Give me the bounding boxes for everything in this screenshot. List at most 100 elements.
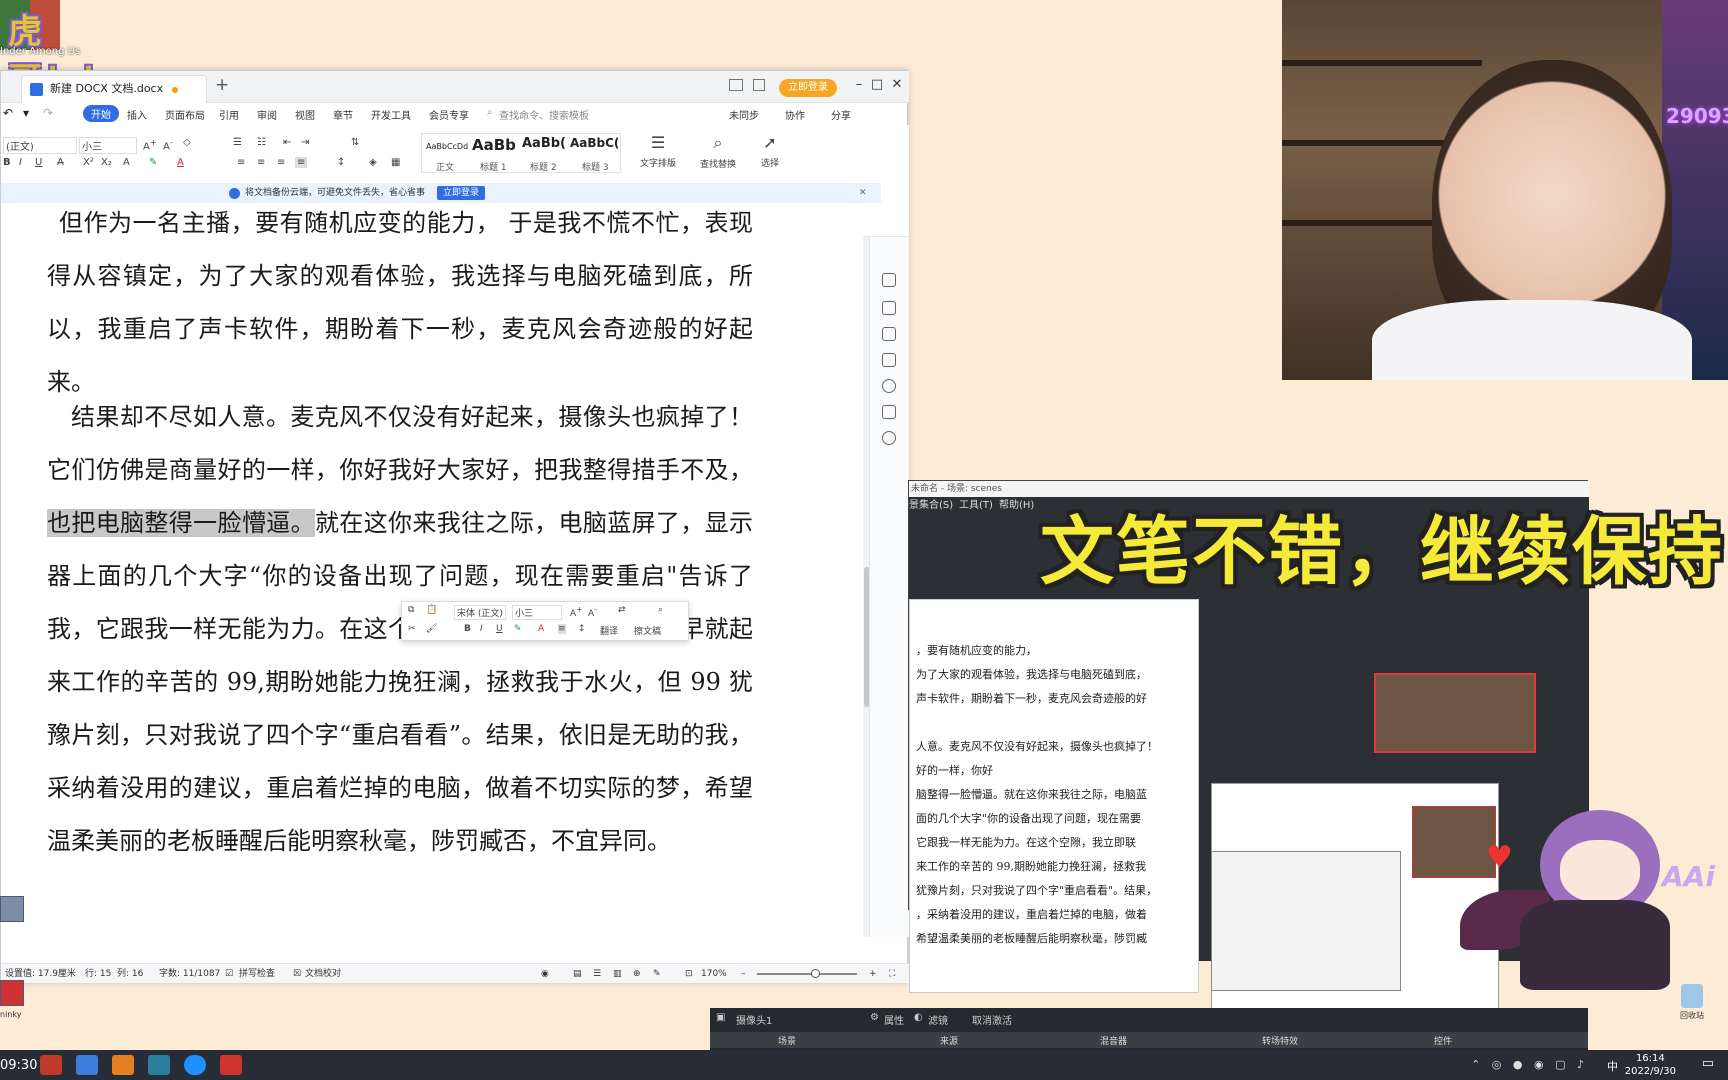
help-icon[interactable] xyxy=(882,379,896,393)
filter-icon[interactable]: ◐ xyxy=(914,1012,923,1023)
sync-status[interactable]: 未同步 xyxy=(729,107,759,122)
obs-menu-tools[interactable]: 工具(T) xyxy=(959,497,993,515)
number-list-icon[interactable]: ☷ xyxy=(257,137,266,148)
read-view-icon[interactable]: ▥ xyxy=(613,964,622,984)
undo-icon[interactable]: ↶ xyxy=(3,106,13,120)
document-page[interactable]: 但作为一名主播，要有随机应变的能力， 于是我不慌不忙，表现得从容镇定，为了大家的… xyxy=(1,203,863,945)
mini-shrink-icon[interactable]: A- xyxy=(588,605,597,619)
shading-icon[interactable]: ◈ xyxy=(369,157,377,168)
redo-icon[interactable]: ↷ xyxy=(43,106,53,120)
app-icon[interactable] xyxy=(112,1055,134,1075)
justify-icon[interactable]: ≡ xyxy=(295,157,308,168)
zoom-in-icon[interactable]: + xyxy=(869,964,877,984)
terminal-icon[interactable] xyxy=(148,1055,170,1075)
document-tab[interactable]: 新建 DOCX 文档.docx xyxy=(21,75,207,103)
font-name-select[interactable]: (正文) xyxy=(3,137,77,154)
zoom-slider[interactable] xyxy=(757,973,857,975)
notice-login-button[interactable]: 立即登录 xyxy=(437,186,486,200)
zoom-level[interactable]: 170% xyxy=(701,964,727,984)
rocket-icon[interactable] xyxy=(882,273,896,287)
menu-layout[interactable]: 页面布局 xyxy=(165,107,205,122)
bullet-list-icon[interactable]: ☰ xyxy=(233,137,242,148)
web-view-icon[interactable]: ⊕ xyxy=(633,964,641,984)
grow-font-icon[interactable]: A+ xyxy=(143,137,157,152)
menu-insert[interactable]: 插入 xyxy=(127,107,147,122)
menu-review[interactable]: 审阅 xyxy=(257,107,277,122)
selected-text[interactable]: 也把电脑整得一脸懵逼。 xyxy=(47,509,315,537)
notification-icon[interactable]: ▭ xyxy=(1702,1056,1714,1071)
write-view-icon[interactable]: ✎ xyxy=(653,964,661,984)
format-painter-icon[interactable]: 🖌 xyxy=(426,624,437,634)
style-h2-preview[interactable]: AaBb( xyxy=(522,136,566,151)
wps-icon[interactable] xyxy=(220,1055,242,1075)
find-replace-tool[interactable]: ⌕ 查找替换 xyxy=(693,133,743,170)
collaborate-button[interactable]: 协作 xyxy=(785,107,805,122)
cut-icon[interactable]: ✂ xyxy=(408,624,416,634)
mini-find-icon[interactable]: ⌕ xyxy=(658,605,663,615)
proof-icon[interactable]: ☒ xyxy=(293,964,301,984)
close-icon[interactable]: ✕ xyxy=(889,77,905,92)
minimize-icon[interactable]: – xyxy=(851,77,867,92)
mini-align-icon[interactable]: ≡ xyxy=(558,624,566,634)
mini-polish[interactable]: 擦文稿 xyxy=(634,624,661,637)
zoom-out-icon[interactable]: – xyxy=(741,964,746,984)
command-search-input[interactable]: 查找命令、搜索模板 xyxy=(499,107,589,122)
font-size-select[interactable]: 小三 xyxy=(79,137,137,154)
undo-dropdown-icon[interactable]: ▾ xyxy=(23,106,29,120)
fit-icon[interactable]: ⊡ xyxy=(685,964,693,984)
zoom-slider-handle[interactable] xyxy=(811,969,820,978)
share-button[interactable]: 分享 xyxy=(831,107,851,122)
dock-mixer[interactable]: 混音器 xyxy=(1100,1034,1127,1047)
line-spacing-icon[interactable]: ↕ xyxy=(337,157,345,168)
obs-menu-scene-collection[interactable]: 景集合(S) xyxy=(909,497,953,515)
border-icon[interactable]: ▦ xyxy=(391,157,400,168)
gear-icon[interactable]: ⚙ xyxy=(870,1012,879,1023)
text-effect-icon[interactable]: A xyxy=(123,157,130,168)
dock-controls[interactable]: 控件 xyxy=(1434,1034,1452,1047)
outdent-icon[interactable]: ⇤ xyxy=(283,137,291,148)
text-layout-tool[interactable]: ☰ 文字排版 xyxy=(633,133,683,169)
clear-format-icon[interactable]: ◇ xyxy=(183,137,191,148)
dock-transitions[interactable]: 转场特效 xyxy=(1262,1034,1298,1047)
style-h1-preview[interactable]: AaBb xyxy=(472,136,516,154)
obs-filters-button[interactable]: 滤镜 xyxy=(928,1012,948,1027)
mini-grow-icon[interactable]: A+ xyxy=(570,605,582,619)
spell-check[interactable]: 拼写检查 xyxy=(239,964,275,984)
system-tray-icons[interactable]: ⌃ ◎ ● ◉ ▢ ♪ xyxy=(1471,1058,1588,1071)
menu-references[interactable]: 引用 xyxy=(219,107,239,122)
page-view-icon[interactable]: ▤ xyxy=(573,964,582,984)
pointer-icon[interactable] xyxy=(882,327,896,341)
obs-menu-help[interactable]: 帮助(H) xyxy=(999,497,1034,515)
layout-icon[interactable] xyxy=(729,79,743,91)
recycle-bin[interactable]: 回收站 xyxy=(1672,984,1712,1030)
menu-view[interactable]: 视图 xyxy=(295,107,315,122)
desktop-app-icon[interactable] xyxy=(0,980,24,1006)
dock-sources[interactable]: 来源 xyxy=(940,1034,958,1047)
mini-convert-icon[interactable]: ⇄ xyxy=(618,605,626,615)
align-right-icon[interactable]: ≡ xyxy=(277,157,285,168)
image-icon[interactable] xyxy=(882,405,896,419)
strikethrough-icon[interactable]: A̶ xyxy=(57,157,64,168)
clock[interactable]: 16:14 2022/9/30 xyxy=(1625,1052,1676,1078)
notice-close-icon[interactable]: ✕ xyxy=(859,183,867,203)
file-explorer-icon[interactable] xyxy=(76,1055,98,1075)
mini-translate[interactable]: 翻译 xyxy=(600,624,618,637)
mini-font-color-icon[interactable]: A xyxy=(538,624,544,634)
italic-icon[interactable]: I xyxy=(19,157,22,168)
mini-size-select[interactable]: 小三 xyxy=(512,605,562,620)
sort-icon[interactable]: ⇅ xyxy=(351,137,359,148)
new-tab-plus-icon[interactable]: + xyxy=(215,75,229,95)
ime-indicator[interactable]: 中 xyxy=(1607,1058,1618,1074)
mini-underline-icon[interactable]: U xyxy=(496,624,503,634)
select-tool[interactable]: ➚ 选择 xyxy=(745,133,795,169)
highlight-icon[interactable]: ✎ xyxy=(149,157,157,168)
paste-icon[interactable]: 📋 xyxy=(426,605,437,615)
mini-italic-icon[interactable]: I xyxy=(480,624,483,634)
maximize-icon[interactable]: □ xyxy=(869,77,885,92)
status-word-count[interactable]: 字数: 11/1087 xyxy=(159,964,220,984)
align-center-icon[interactable]: ≡ xyxy=(257,157,265,168)
indent-icon[interactable]: ⇥ xyxy=(301,137,309,148)
grid-icon[interactable] xyxy=(753,79,765,91)
checkbox-icon[interactable]: ☑ xyxy=(225,964,233,984)
outline-view-icon[interactable]: ☰ xyxy=(593,964,601,984)
